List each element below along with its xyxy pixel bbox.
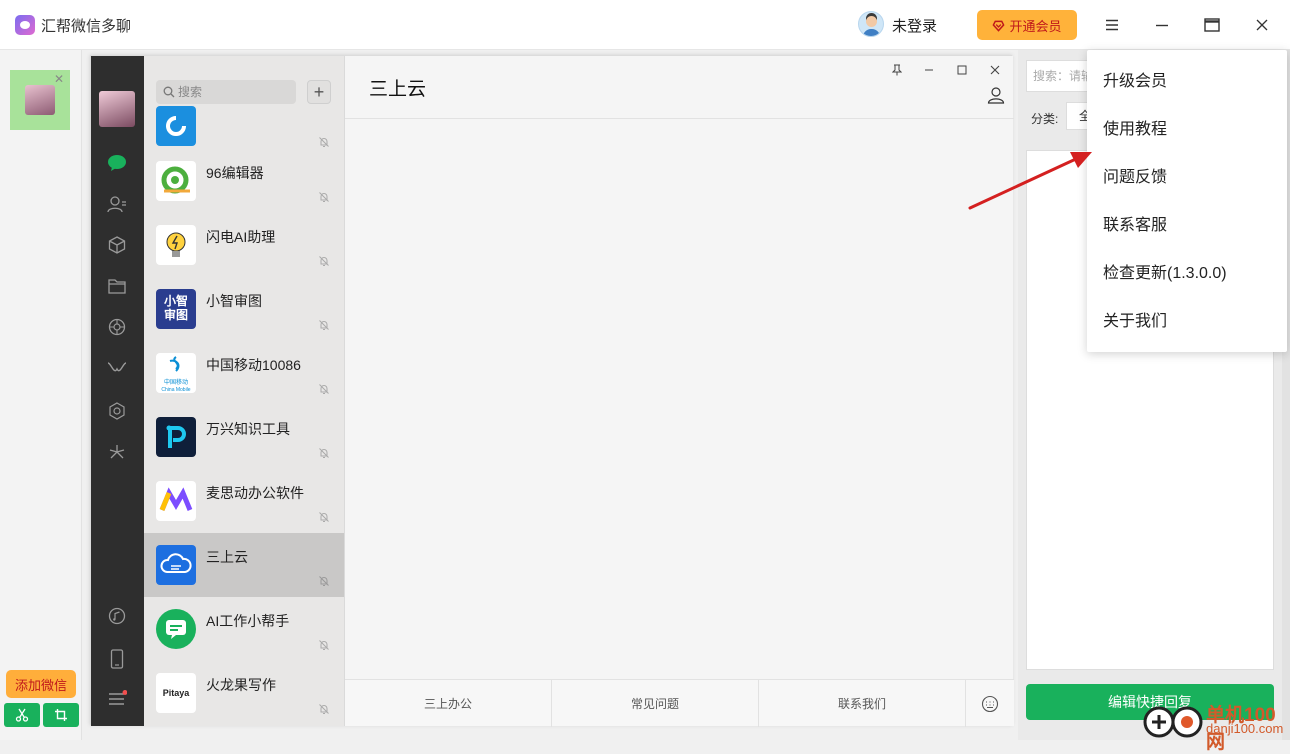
chat-name: 万兴知识工具 [206,421,290,437]
chat-row-selected[interactable]: 三上云 [144,533,344,597]
keyboard-icon[interactable] [966,680,1014,727]
user-avatar[interactable] [858,11,884,37]
app-logo-icon [15,15,35,35]
maximize-icon[interactable] [1199,12,1225,38]
chat-header-divider [345,118,1014,119]
mute-bell-icon [319,137,329,147]
vip-button[interactable]: 开通会员 [977,10,1077,40]
wechat-minimize-icon[interactable] [919,60,939,80]
diamond-heart-icon [992,20,1005,32]
wechat-window: 搜索 + 96编辑器 闪电AI助理 小智 审图 小智审图 中国移动 China … [90,55,1014,727]
wechat-maximize-icon[interactable] [952,60,972,80]
crop-icon[interactable] [43,703,79,727]
settings-dropdown-menu: 升级会员 使用教程 问题反馈 联系客服 检查更新(1.3.0.0) 关于我们 [1087,50,1287,352]
menu-icon[interactable] [1099,12,1125,38]
account-strip [0,50,82,740]
phone-icon[interactable] [106,648,128,670]
moments-icon[interactable] [106,316,128,338]
chat-name: AI工作小帮手 [206,613,290,629]
more-menu-icon[interactable] [106,688,128,710]
chat-name: 中国移动10086 [206,357,301,373]
mute-bell-icon [319,512,329,522]
chat-avatar-wanxing-icon [156,417,196,457]
menu-item-about[interactable]: 关于我们 [1087,298,1287,346]
china-mobile-icon-text: 中国移动 [163,380,188,386]
chat-title: 三上云 [369,79,427,100]
chat-avatar-cloud-icon [156,545,196,585]
china-mobile-icon-sub: China Mobile [161,387,191,393]
chat-avatar-refresh-icon [156,106,196,146]
pin-icon[interactable] [887,60,907,80]
app-title: 汇帮微信多聊 [41,18,132,35]
mini-program-icon[interactable] [106,441,128,463]
chat-name: 96编辑器 [206,165,264,181]
xiaozhi-icon-line1: 小智 [163,294,188,308]
mute-bell-icon [319,192,329,202]
chat-row[interactable]: 中国移动 China Mobile 中国移动10086 [144,341,344,405]
chat-icon[interactable] [106,152,128,174]
chat-row[interactable]: 96编辑器 [144,149,344,213]
chat-row[interactable]: 万兴知识工具 [144,405,344,469]
annotation-arrow [968,152,1092,210]
official-account-menu: 三上办公 常见问题 联系我们 [345,679,1014,727]
mute-bell-icon [319,256,329,266]
menu-item-tutorial[interactable]: 使用教程 [1087,106,1287,154]
folder-icon[interactable] [106,275,128,297]
wechat-avatar[interactable] [99,91,135,127]
category-label: 分类: [1031,112,1059,126]
chat-pane: 三上云 三上办公 常见问题 联系我们 [344,56,1014,727]
chat-name: 麦思动办公软件 [206,485,304,501]
menu-tab-faq[interactable]: 常见问题 [552,680,759,727]
watermark-logo [1143,706,1203,738]
wechat-nav-bar [91,56,144,726]
vip-button-label: 开通会员 [1009,18,1062,34]
close-icon[interactable] [1249,12,1275,38]
xiaozhi-icon-line2: 审图 [163,308,188,322]
chat-avatar-xiaozhi-icon: 小智 审图 [156,289,196,329]
title-bar: 汇帮微信多聊 未登录 开通会员 [0,0,1290,50]
watermark-subtext: danji100.com [1206,721,1284,736]
mute-bell-icon [319,384,329,394]
chat-row[interactable]: AI工作小帮手 [144,597,344,661]
chat-avatar-pitaya-icon: Pitaya [156,673,196,713]
chat-avatar-china-mobile-icon: 中国移动 China Mobile [156,353,196,393]
account-avatar-image [25,85,55,115]
chat-name: 闪电AI助理 [206,229,276,245]
menu-item-check-update[interactable]: 检查更新(1.3.0.0) [1087,250,1287,298]
chat-row[interactable]: Pitaya 火龙果写作 [144,661,344,725]
add-wechat-button[interactable]: 添加微信 [6,670,76,698]
channels-icon[interactable] [106,358,128,380]
chat-avatar-message-icon [156,609,196,649]
chat-list: 搜索 + 96编辑器 闪电AI助理 小智 审图 小智审图 中国移动 China … [144,56,344,726]
wechat-close-icon[interactable] [985,60,1005,80]
menu-item-feedback[interactable]: 问题反馈 [1087,154,1287,202]
chat-avatar-maisidong-icon [156,481,196,521]
chat-avatar-96-icon [156,161,196,201]
chat-name: 三上云 [206,549,248,565]
chat-name: 火龙果写作 [206,677,276,693]
mute-bell-icon [319,448,329,458]
scissors-icon[interactable] [4,703,40,727]
menu-item-upgrade-vip[interactable]: 升级会员 [1087,58,1287,106]
music-icon[interactable] [106,605,128,627]
mute-bell-icon [319,320,329,330]
contacts-icon[interactable] [106,193,128,215]
chat-name: 小智审图 [206,293,262,309]
chat-row[interactable]: 小智 审图 小智审图 [144,277,344,341]
chat-info-user-icon[interactable] [985,84,1007,106]
menu-tab-contact[interactable]: 联系我们 [759,680,966,727]
search-network-icon[interactable] [106,400,128,422]
account-close-icon[interactable]: ✕ [54,72,64,86]
menu-item-contact-support[interactable]: 联系客服 [1087,202,1287,250]
mute-bell-icon [319,704,329,714]
chat-avatar-lightbulb-icon [156,225,196,265]
login-status[interactable]: 未登录 [892,15,937,36]
minimize-icon[interactable] [1149,12,1175,38]
favorites-cube-icon[interactable] [106,234,128,256]
mute-bell-icon [319,640,329,650]
chat-row[interactable]: 麦思动办公软件 [144,469,344,533]
menu-tab-office[interactable]: 三上办公 [345,680,552,727]
mute-bell-icon [319,576,329,586]
chat-row[interactable]: 闪电AI助理 [144,213,344,277]
